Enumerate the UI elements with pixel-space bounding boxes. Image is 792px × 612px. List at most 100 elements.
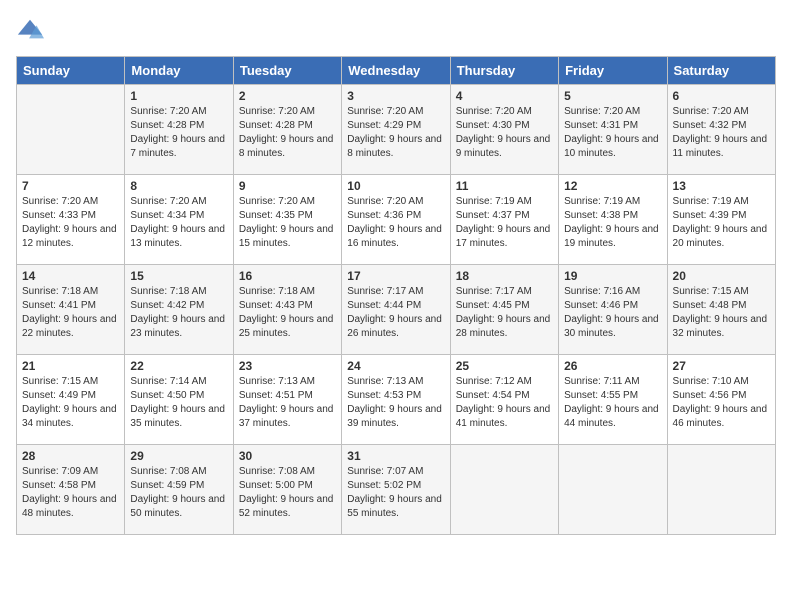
cell-info: Sunrise: 7:17 AMSunset: 4:44 PMDaylight:… <box>347 285 444 341</box>
day-number: 5 <box>564 89 661 103</box>
cell-info: Sunrise: 7:07 AMSunset: 5:02 PMDaylight:… <box>347 465 444 521</box>
day-header-monday: Monday <box>125 57 233 85</box>
calendar-cell: 4 Sunrise: 7:20 AMSunset: 4:30 PMDaylight… <box>450 85 558 175</box>
calendar-cell: 9 Sunrise: 7:20 AMSunset: 4:35 PMDaylight… <box>233 175 341 265</box>
day-header-tuesday: Tuesday <box>233 57 341 85</box>
day-number: 15 <box>130 269 227 283</box>
calendar-cell: 17Sunrise: 7:17 AMSunset: 4:44 PMDayligh… <box>342 265 450 355</box>
day-header-wednesday: Wednesday <box>342 57 450 85</box>
cell-info: Sunrise: 7:20 AMSunset: 4:29 PMDaylight:… <box>347 105 444 161</box>
calendar-cell <box>450 445 558 535</box>
calendar-cell: 20 Sunrise: 7:15 AMSunset: 4:48 PMDayligh… <box>667 265 775 355</box>
cell-info: Sunrise: 7:17 AMSunset: 4:45 PMDaylight:… <box>456 285 553 341</box>
calendar-cell: 8Sunrise: 7:20 AMSunset: 4:34 PMDaylight… <box>125 175 233 265</box>
cell-info: Sunrise: 7:13 AMSunset: 4:53 PMDaylight:… <box>347 375 444 431</box>
calendar-body: 1 Sunrise: 7:20 AMSunset: 4:28 PMDaylight… <box>17 85 776 535</box>
cell-info: Sunrise: 7:15 AMSunset: 4:49 PMDaylight:… <box>22 375 119 431</box>
day-number: 10 <box>347 179 444 193</box>
cell-info: Sunrise: 7:16 AMSunset: 4:46 PMDaylight:… <box>564 285 661 341</box>
cell-info: Sunrise: 7:20 AMSunset: 4:28 PMDaylight:… <box>130 105 227 161</box>
calendar-cell: 31 Sunrise: 7:07 AMSunset: 5:02 PMDayligh… <box>342 445 450 535</box>
day-number: 16 <box>239 269 336 283</box>
cell-info: Sunrise: 7:19 AMSunset: 4:39 PMDaylight:… <box>673 195 770 251</box>
calendar-cell: 27Sunrise: 7:10 AMSunset: 4:56 PMDayligh… <box>667 355 775 445</box>
calendar-cell <box>667 445 775 535</box>
cell-info: Sunrise: 7:12 AMSunset: 4:54 PMDaylight:… <box>456 375 553 431</box>
calendar-week-row: 14Sunrise: 7:18 AMSunset: 4:41 PMDayligh… <box>17 265 776 355</box>
cell-info: Sunrise: 7:14 AMSunset: 4:50 PMDaylight:… <box>130 375 227 431</box>
day-number: 30 <box>239 449 336 463</box>
calendar-cell: 7 Sunrise: 7:20 AMSunset: 4:33 PMDaylight… <box>17 175 125 265</box>
logo-icon <box>16 16 44 44</box>
cell-info: Sunrise: 7:20 AMSunset: 4:34 PMDaylight:… <box>130 195 227 251</box>
calendar-cell: 23 Sunrise: 7:13 AMSunset: 4:51 PMDayligh… <box>233 355 341 445</box>
calendar-cell: 11 Sunrise: 7:19 AMSunset: 4:37 PMDayligh… <box>450 175 558 265</box>
calendar-week-row: 7 Sunrise: 7:20 AMSunset: 4:33 PMDaylight… <box>17 175 776 265</box>
calendar-cell: 3Sunrise: 7:20 AMSunset: 4:29 PMDaylight… <box>342 85 450 175</box>
cell-info: Sunrise: 7:18 AMSunset: 4:43 PMDaylight:… <box>239 285 336 341</box>
calendar-cell: 21 Sunrise: 7:15 AMSunset: 4:49 PMDayligh… <box>17 355 125 445</box>
calendar-cell <box>17 85 125 175</box>
day-number: 27 <box>673 359 770 373</box>
calendar-table: SundayMondayTuesdayWednesdayThursdayFrid… <box>16 56 776 535</box>
day-number: 19 <box>564 269 661 283</box>
cell-info: Sunrise: 7:20 AMSunset: 4:31 PMDaylight:… <box>564 105 661 161</box>
cell-info: Sunrise: 7:20 AMSunset: 4:35 PMDaylight:… <box>239 195 336 251</box>
calendar-cell: 25 Sunrise: 7:12 AMSunset: 4:54 PMDayligh… <box>450 355 558 445</box>
day-header-thursday: Thursday <box>450 57 558 85</box>
day-number: 1 <box>130 89 227 103</box>
cell-info: Sunrise: 7:19 AMSunset: 4:37 PMDaylight:… <box>456 195 553 251</box>
cell-info: Sunrise: 7:09 AMSunset: 4:58 PMDaylight:… <box>22 465 119 521</box>
day-number: 31 <box>347 449 444 463</box>
day-number: 9 <box>239 179 336 193</box>
day-number: 29 <box>130 449 227 463</box>
cell-info: Sunrise: 7:19 AMSunset: 4:38 PMDaylight:… <box>564 195 661 251</box>
calendar-cell: 13Sunrise: 7:19 AMSunset: 4:39 PMDayligh… <box>667 175 775 265</box>
calendar-cell: 2 Sunrise: 7:20 AMSunset: 4:28 PMDaylight… <box>233 85 341 175</box>
day-number: 24 <box>347 359 444 373</box>
calendar-cell: 28 Sunrise: 7:09 AMSunset: 4:58 PMDayligh… <box>17 445 125 535</box>
day-number: 4 <box>456 89 553 103</box>
calendar-cell <box>559 445 667 535</box>
calendar-cell: 12Sunrise: 7:19 AMSunset: 4:38 PMDayligh… <box>559 175 667 265</box>
cell-info: Sunrise: 7:20 AMSunset: 4:32 PMDaylight:… <box>673 105 770 161</box>
day-number: 23 <box>239 359 336 373</box>
calendar-cell: 10Sunrise: 7:20 AMSunset: 4:36 PMDayligh… <box>342 175 450 265</box>
day-number: 21 <box>22 359 119 373</box>
calendar-cell: 24 Sunrise: 7:13 AMSunset: 4:53 PMDayligh… <box>342 355 450 445</box>
cell-info: Sunrise: 7:20 AMSunset: 4:33 PMDaylight:… <box>22 195 119 251</box>
cell-info: Sunrise: 7:20 AMSunset: 4:28 PMDaylight:… <box>239 105 336 161</box>
calendar-cell: 5 Sunrise: 7:20 AMSunset: 4:31 PMDaylight… <box>559 85 667 175</box>
cell-info: Sunrise: 7:13 AMSunset: 4:51 PMDaylight:… <box>239 375 336 431</box>
day-number: 22 <box>130 359 227 373</box>
day-number: 20 <box>673 269 770 283</box>
day-header-friday: Friday <box>559 57 667 85</box>
day-number: 25 <box>456 359 553 373</box>
day-number: 2 <box>239 89 336 103</box>
cell-info: Sunrise: 7:18 AMSunset: 4:41 PMDaylight:… <box>22 285 119 341</box>
calendar-cell: 14Sunrise: 7:18 AMSunset: 4:41 PMDayligh… <box>17 265 125 355</box>
cell-info: Sunrise: 7:15 AMSunset: 4:48 PMDaylight:… <box>673 285 770 341</box>
cell-info: Sunrise: 7:18 AMSunset: 4:42 PMDaylight:… <box>130 285 227 341</box>
calendar-cell: 16 Sunrise: 7:18 AMSunset: 4:43 PMDayligh… <box>233 265 341 355</box>
day-number: 11 <box>456 179 553 193</box>
calendar-cell: 30Sunrise: 7:08 AMSunset: 5:00 PMDayligh… <box>233 445 341 535</box>
cell-info: Sunrise: 7:20 AMSunset: 4:30 PMDaylight:… <box>456 105 553 161</box>
calendar-cell: 19 Sunrise: 7:16 AMSunset: 4:46 PMDayligh… <box>559 265 667 355</box>
calendar-week-row: 21 Sunrise: 7:15 AMSunset: 4:49 PMDayligh… <box>17 355 776 445</box>
calendar-week-row: 28 Sunrise: 7:09 AMSunset: 4:58 PMDayligh… <box>17 445 776 535</box>
calendar-cell: 15 Sunrise: 7:18 AMSunset: 4:42 PMDayligh… <box>125 265 233 355</box>
day-number: 28 <box>22 449 119 463</box>
cell-info: Sunrise: 7:08 AMSunset: 4:59 PMDaylight:… <box>130 465 227 521</box>
calendar-week-row: 1 Sunrise: 7:20 AMSunset: 4:28 PMDaylight… <box>17 85 776 175</box>
day-number: 26 <box>564 359 661 373</box>
calendar-header-row: SundayMondayTuesdayWednesdayThursdayFrid… <box>17 57 776 85</box>
page-header <box>16 16 776 44</box>
day-number: 18 <box>456 269 553 283</box>
day-number: 7 <box>22 179 119 193</box>
logo <box>16 16 48 44</box>
day-number: 6 <box>673 89 770 103</box>
calendar-cell: 29 Sunrise: 7:08 AMSunset: 4:59 PMDayligh… <box>125 445 233 535</box>
calendar-cell: 1 Sunrise: 7:20 AMSunset: 4:28 PMDaylight… <box>125 85 233 175</box>
day-header-saturday: Saturday <box>667 57 775 85</box>
